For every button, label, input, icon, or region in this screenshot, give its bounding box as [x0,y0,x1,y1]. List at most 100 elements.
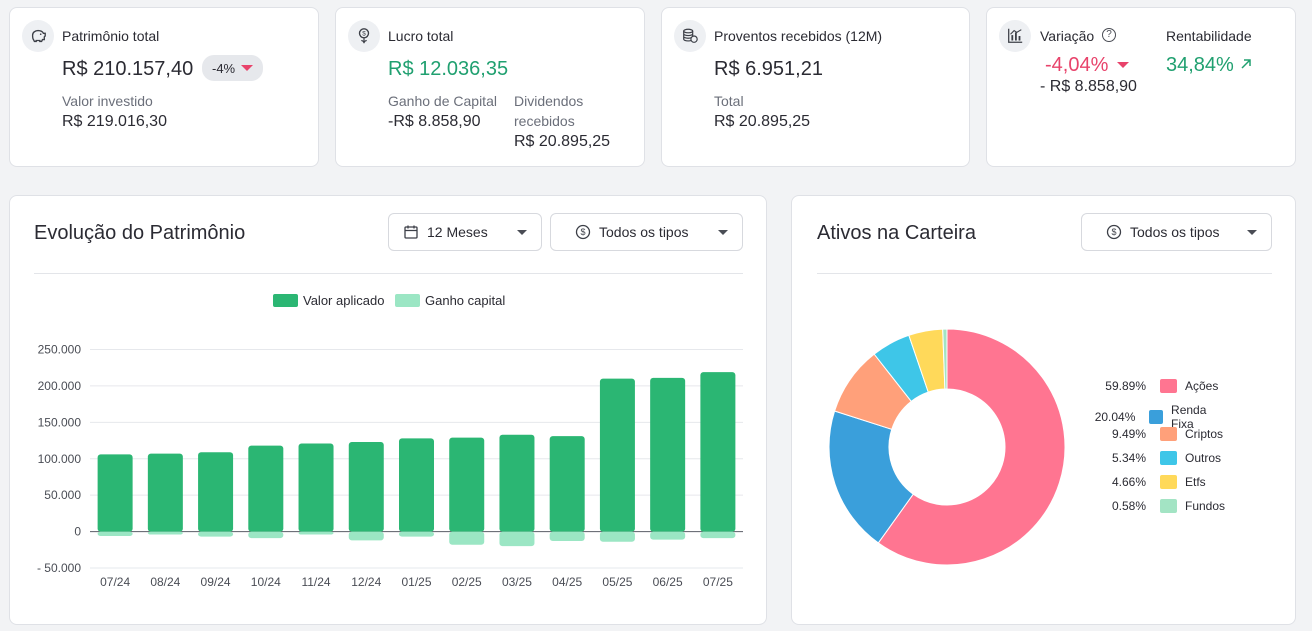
x-tick-label: 07/24 [100,575,130,589]
piggy-bank-icon [22,20,54,52]
lucro-value: R$ 12.036,35 [388,58,509,80]
proventos-total-value: R$ 20.895,25 [714,113,811,130]
bar-valor-aplicado[interactable] [499,434,535,532]
bar-ganho-capital[interactable] [549,531,585,542]
x-tick-label: 12/24 [351,575,381,589]
legend-item[interactable]: 9.49% Criptos [1092,427,1223,441]
donut-chart [828,328,1066,566]
x-tick-label: 09/24 [201,575,231,589]
legend-percent: 59.89% [1105,379,1146,393]
bar-valor-aplicado[interactable] [298,443,334,532]
dividendos-label-1: Dividendos [514,93,584,109]
bar-ganho-capital[interactable] [248,531,284,539]
x-tick-label: 02/25 [452,575,482,589]
legend-swatch [1160,427,1177,441]
bar-ganho-capital[interactable] [348,531,384,541]
panel-ativos-carteira: Ativos na Carteira $ Todos os tipos 59.8… [791,195,1296,625]
y-tick-label: 200.000 [38,379,82,393]
bar-ganho-capital[interactable] [399,531,434,537]
legend-swatch [1160,475,1177,489]
y-tick-label: 100.000 [38,452,82,466]
svg-text:$: $ [580,227,585,237]
svg-text:$: $ [362,31,366,38]
bar-valor-aplicado[interactable] [700,372,736,532]
x-tick-label: 11/24 [301,575,330,589]
bar-valor-aplicado[interactable] [650,377,686,532]
bar-valor-aplicado[interactable] [449,437,485,532]
ativos-type-select[interactable]: $ Todos os tipos [1081,213,1272,251]
legend-item[interactable]: 0.58% Fundos [1092,499,1225,513]
x-tick-label: 04/25 [552,575,582,589]
patrimonio-title: Patrimônio total [62,28,160,44]
y-tick-label: 150.000 [38,415,82,429]
legend-item[interactable]: 5.34% Outros [1092,451,1221,465]
legend-swatch [273,294,298,307]
bar-ganho-capital[interactable] [599,531,635,542]
variacao-title: Variação [1040,28,1095,44]
y-tick-label: 0 [74,525,81,539]
coins-stack-icon [674,20,706,52]
bar-chart: Valor aplicado Ganho capital 250.000 200.00… [37,293,743,589]
x-tick-label: 08/24 [150,575,180,589]
bar-ganho-capital[interactable] [700,531,736,539]
x-tick-label: 07/25 [703,575,733,589]
legend-swatch [1160,451,1177,465]
bar-valor-aplicado[interactable] [599,378,635,532]
triangle-down-icon [1117,62,1129,68]
dividendos-label-2: recebidos [514,113,575,129]
y-tick-label: - 50.000 [37,561,81,575]
card-lucro-total: $ Lucro total R$ 12.036,35 Ganho de Capi… [335,7,645,167]
type-select[interactable]: $ Todos os tipos [550,213,743,251]
card-patrimonio-total: Patrimônio total R$ 210.157,40 -4% Valor… [9,7,319,167]
bar-ganho-capital[interactable] [298,531,334,535]
legend-label: Outros [1185,451,1222,465]
x-tick-label: 01/25 [401,575,431,589]
bar-valor-aplicado[interactable] [147,453,183,532]
proventos-total-label: Total [714,93,744,109]
variacao-sub-value: - R$ 8.858,90 [1040,78,1137,95]
legend-item[interactable]: 4.66% Etfs [1092,475,1206,489]
chevron-down-icon [718,229,728,235]
bar-valor-aplicado[interactable] [248,445,284,532]
type-select-label: Todos os tipos [599,224,689,240]
calendar-icon [404,225,418,239]
bar-legend: Valor aplicado Ganho capital [273,293,505,308]
valor-investido-value: R$ 219.016,30 [62,113,167,130]
legend-label: Criptos [1185,427,1224,441]
legend-label: Etfs [1185,475,1206,489]
bar-ganho-capital[interactable] [147,531,183,535]
lucro-title: Lucro total [388,28,454,44]
bar-ganho-capital[interactable] [650,531,686,540]
chevron-down-icon [517,229,527,235]
legend-label: Ações [1185,379,1219,393]
legend-percent: 9.49% [1111,427,1146,441]
bar-ganho-capital[interactable] [198,531,234,537]
svg-text:$: $ [1111,227,1116,237]
bar-valor-aplicado[interactable] [399,438,434,532]
valor-investido-label: Valor investido [62,93,153,109]
period-select[interactable]: 12 Meses [388,213,542,251]
y-tick-label: 250.000 [38,343,82,357]
dividendos-value: R$ 20.895,25 [514,133,611,150]
legend-swatch [1149,410,1164,424]
bar-valor-aplicado[interactable] [348,441,384,532]
legend-label: Valor aplicado [303,293,384,308]
bar-ganho-capital[interactable] [499,531,535,547]
legend-label: Fundos [1185,499,1226,513]
help-circle-icon[interactable]: ? [1102,28,1116,42]
bar-ganho-capital[interactable] [449,531,485,545]
bar-ganho-capital[interactable] [97,531,133,536]
rentabilidade-title: Rentabilidade [1166,28,1252,44]
evolucao-title: Evolução do Patrimônio [34,222,246,244]
proventos-value: R$ 6.951,21 [714,58,823,80]
card-proventos: Proventos recebidos (12M) R$ 6.951,21 To… [661,7,970,167]
bar-valor-aplicado[interactable] [97,454,133,532]
bar-valor-aplicado[interactable] [549,436,585,532]
legend-item[interactable]: 59.89% Ações [1092,379,1218,393]
bar-valor-aplicado[interactable] [198,452,234,532]
legend-swatch [395,294,420,307]
panel-divider [34,273,743,274]
ganho-capital-value: -R$ 8.858,90 [388,113,481,130]
panel-divider [817,273,1272,274]
coin-plant-icon: $ [348,20,380,52]
